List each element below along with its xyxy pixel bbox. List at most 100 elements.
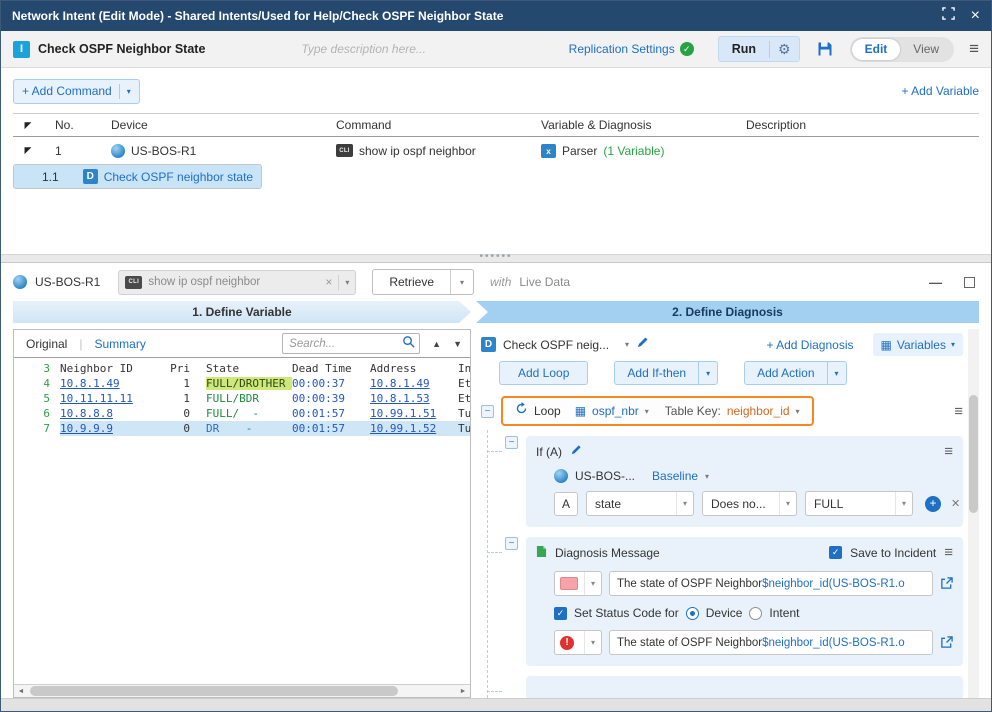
- message-text-input[interactable]: The state of OSPF Neighbor $neighbor_id(…: [609, 571, 933, 596]
- variables-button[interactable]: ▦ Variables ▾: [873, 333, 964, 356]
- ip-link[interactable]: 10.99.1.52: [370, 422, 458, 435]
- table-key-select[interactable]: neighbor_id: [727, 404, 790, 418]
- chevron-down-icon[interactable]: ▾: [127, 87, 131, 96]
- view-toggle[interactable]: View: [900, 39, 952, 60]
- retrieve-options-icon[interactable]: ▾: [450, 270, 473, 294]
- row-no: 1: [43, 144, 103, 158]
- condition-variable-select[interactable]: state▾: [586, 491, 694, 516]
- diagnosis-select[interactable]: Check OSPF neig... ▾: [503, 338, 629, 352]
- collapse-if-icon[interactable]: −: [505, 436, 518, 449]
- device-icon: [554, 469, 568, 483]
- diagnosis-panel: D Check OSPF neig... ▾ + Add Diagnosis ▦…: [479, 329, 979, 698]
- scrollbar-thumb[interactable]: [30, 686, 398, 696]
- add-loop-button[interactable]: Add Loop: [499, 361, 588, 385]
- prev-match-icon[interactable]: ▲: [432, 339, 441, 349]
- ip-link[interactable]: 10.8.1.49: [60, 377, 160, 390]
- next-block-partial: [505, 676, 963, 698]
- diagnosis-row[interactable]: 1.1 DCheck OSPF neighbor state: [13, 164, 262, 189]
- tab-summary[interactable]: Summary: [94, 337, 145, 351]
- pane-splitter[interactable]: ••••••: [1, 254, 991, 263]
- open-external-icon[interactable]: [940, 577, 953, 590]
- loop-menu-icon[interactable]: ≡: [954, 403, 963, 420]
- more-menu-icon[interactable]: ≡: [969, 39, 979, 59]
- horizontal-scrollbar[interactable]: ◄ ►: [14, 684, 470, 697]
- with-label: with: [490, 275, 511, 289]
- add-action-button[interactable]: Add Action ▾: [744, 361, 846, 385]
- chevron-down-icon[interactable]: ▾: [796, 407, 800, 416]
- col-variable-diagnosis: Variable & Diagnosis: [533, 118, 738, 132]
- edit-view-toggle: Edit View: [850, 37, 954, 62]
- next-match-icon[interactable]: ▼: [453, 339, 462, 349]
- chevron-down-icon[interactable]: ▾: [699, 369, 717, 378]
- define-variable-header: 1. Define Variable: [13, 301, 471, 323]
- diagnosis-link[interactable]: Check OSPF neighbor state: [104, 170, 253, 184]
- define-diagnosis-header: 2. Define Diagnosis: [476, 301, 979, 323]
- vertical-scrollbar[interactable]: [968, 329, 979, 698]
- clear-icon[interactable]: ×: [325, 275, 332, 289]
- description-input[interactable]: Type description here...: [301, 42, 426, 56]
- maximize-window-icon[interactable]: [942, 7, 955, 25]
- status-code-select[interactable]: !▾: [554, 630, 602, 655]
- set-status-code-checkbox[interactable]: ✓: [554, 607, 567, 620]
- intent-radio[interactable]: [749, 607, 762, 620]
- chevron-down-icon[interactable]: ▾: [645, 407, 649, 416]
- collapse-all-icon[interactable]: ◤: [25, 120, 32, 131]
- run-button[interactable]: Run: [719, 42, 769, 56]
- add-condition-icon[interactable]: +: [925, 496, 941, 512]
- tab-original[interactable]: Original: [26, 337, 67, 351]
- scroll-left-icon[interactable]: ◄: [14, 688, 28, 695]
- chevron-down-icon[interactable]: ▾: [705, 472, 709, 481]
- ip-link[interactable]: 10.8.1.49: [370, 377, 458, 390]
- if-menu-icon[interactable]: ≡: [944, 443, 953, 460]
- chevron-down-icon[interactable]: ▾: [345, 278, 349, 287]
- run-settings-gear-icon[interactable]: ⚙: [770, 41, 799, 58]
- save-to-incident-checkbox[interactable]: ✓: [829, 546, 842, 559]
- loop-table-select[interactable]: ospf_nbr: [592, 404, 639, 418]
- add-if-then-button[interactable]: Add If-then ▾: [614, 361, 718, 385]
- maximize-pane-icon[interactable]: [964, 277, 975, 288]
- command-select[interactable]: CLI show ip ospf neighbor × ▾: [118, 270, 356, 295]
- col-no: No.: [43, 118, 103, 132]
- ip-link[interactable]: 10.99.1.51: [370, 407, 458, 420]
- data-source-select[interactable]: Baseline: [652, 469, 698, 483]
- add-variable-link[interactable]: + Add Variable: [901, 84, 979, 98]
- edit-toggle[interactable]: Edit: [852, 39, 901, 60]
- intent-title: Check OSPF Neighbor State: [38, 42, 205, 56]
- remove-condition-icon[interactable]: ✕: [951, 497, 960, 510]
- severity-color-select[interactable]: ▾: [554, 571, 602, 596]
- message-menu-icon[interactable]: ≡: [944, 544, 953, 561]
- condition-operator-select[interactable]: Does no...▾: [702, 491, 797, 516]
- collapse-loop-icon[interactable]: −: [481, 405, 494, 418]
- chevron-down-icon[interactable]: ▾: [828, 369, 846, 378]
- add-command-button[interactable]: + Add Command ▾: [13, 79, 140, 104]
- ip-link[interactable]: 10.9.9.9: [60, 422, 160, 435]
- ip-link[interactable]: 10.8.8.8: [60, 407, 160, 420]
- collapse-message-icon[interactable]: −: [505, 537, 518, 550]
- scroll-right-icon[interactable]: ►: [456, 688, 470, 695]
- loop-block[interactable]: Loop ▦ ospf_nbr ▾ Table Key: neighbor_id…: [501, 396, 814, 426]
- command-row[interactable]: ◤ 1 US-BOS-R1 CLIshow ip ospf neighbor x…: [13, 137, 979, 164]
- document-icon: [536, 545, 547, 561]
- close-window-icon[interactable]: ×: [971, 9, 980, 23]
- ip-link[interactable]: 10.11.11.11: [60, 392, 160, 405]
- device-radio[interactable]: [686, 607, 699, 620]
- condition-value-select[interactable]: FULL▾: [805, 491, 913, 516]
- collapse-row-icon[interactable]: ◤: [25, 145, 32, 156]
- message-variable: $neighbor_id(US-BOS-R1.o: [762, 578, 905, 590]
- open-external-icon[interactable]: [940, 636, 953, 649]
- edit-pencil-icon[interactable]: [636, 336, 649, 354]
- add-diagnosis-link[interactable]: + Add Diagnosis: [766, 338, 853, 352]
- replication-settings-link[interactable]: Replication Settings: [569, 42, 675, 56]
- edit-pencil-icon[interactable]: [570, 444, 582, 459]
- save-icon[interactable]: [817, 41, 833, 57]
- scrollbar-thumb[interactable]: [969, 395, 978, 513]
- minimize-pane-icon[interactable]: —: [929, 275, 942, 290]
- status-message-input[interactable]: The state of OSPF Neighbor $neighbor_id(…: [609, 630, 933, 655]
- cli-line-selected[interactable]: 7 10.9.9.90DR -00:01:5710.99.1.52Tun: [14, 421, 470, 436]
- ip-link[interactable]: 10.8.1.53: [370, 392, 458, 405]
- retrieve-button[interactable]: Retrieve: [373, 270, 450, 294]
- search-icon[interactable]: [402, 335, 415, 353]
- diagnosis-icon: D: [83, 169, 98, 184]
- parser-label[interactable]: Parser: [562, 144, 597, 158]
- search-input[interactable]: [289, 338, 402, 350]
